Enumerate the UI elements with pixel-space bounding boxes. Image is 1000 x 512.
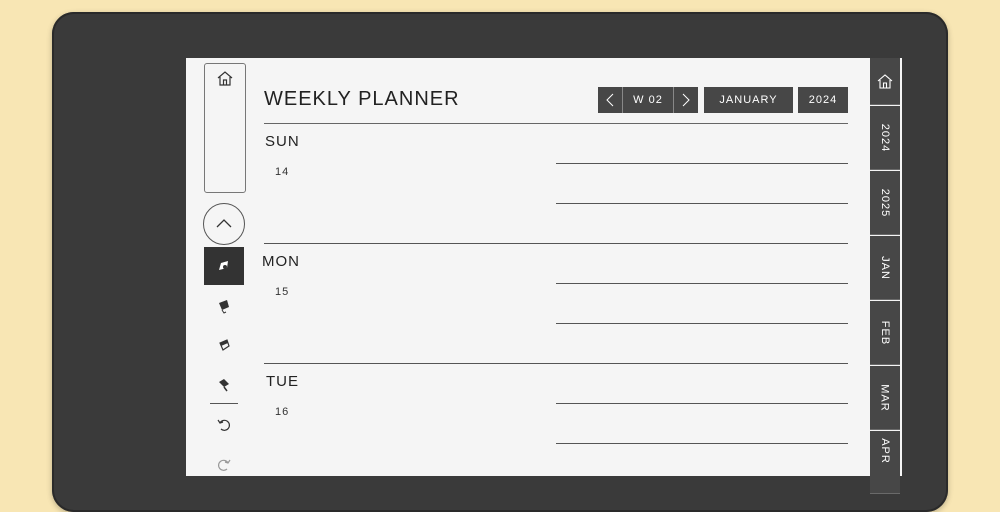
day-label-mon: MON	[262, 253, 300, 270]
eraser-tool-button[interactable]	[204, 326, 244, 364]
tab-label: 2024	[878, 123, 891, 152]
next-week-button[interactable]	[674, 87, 698, 113]
tab-2024[interactable]: 2024	[870, 106, 900, 170]
year-nav: 2024	[798, 87, 848, 113]
toolbar-home-button[interactable]	[204, 63, 246, 193]
week-button[interactable]: W 02	[622, 87, 674, 113]
tab-apr[interactable]: APR	[870, 431, 900, 494]
pen-icon	[219, 261, 228, 270]
month-button[interactable]: JANUARY	[704, 87, 793, 113]
note-line[interactable]	[556, 283, 848, 284]
lasso-icon	[219, 379, 229, 392]
undo-button[interactable]	[204, 406, 244, 444]
day-date-sun: 14	[275, 166, 290, 178]
note-line[interactable]	[556, 163, 848, 164]
day-date-tue: 16	[275, 406, 290, 418]
planner-screen: WEEKLY PLANNER W 02 JANUARY 2024 SUN 14 …	[186, 58, 902, 476]
left-toolbar	[186, 58, 250, 476]
scroll-up-button[interactable]	[203, 203, 245, 245]
tab-label: APR	[879, 438, 891, 464]
tab-mar[interactable]: MAR	[870, 366, 900, 430]
chevron-up-icon	[216, 219, 232, 228]
page-title: WEEKLY PLANNER	[264, 88, 460, 110]
day-date-mon: 15	[275, 286, 290, 298]
note-line[interactable]	[556, 443, 848, 444]
undo-icon	[217, 419, 230, 431]
pen-tool-button[interactable]	[204, 247, 244, 285]
day-label-tue: TUE	[266, 373, 299, 390]
highlighter-tool-button[interactable]	[204, 287, 244, 325]
day-label-sun: SUN	[265, 133, 300, 150]
note-line[interactable]	[556, 203, 848, 204]
month-nav: JANUARY	[704, 87, 793, 113]
tab-label: FEB	[879, 320, 891, 345]
note-line[interactable]	[556, 323, 848, 324]
chevron-right-icon	[682, 93, 690, 107]
tab-jan[interactable]: JAN	[870, 236, 900, 300]
redo-button[interactable]	[204, 446, 244, 476]
home-icon	[877, 73, 893, 89]
prev-week-button[interactable]	[598, 87, 622, 113]
toolbar-divider	[210, 403, 238, 404]
side-tabs: 2024 2025 JAN FEB MAR APR	[870, 58, 900, 494]
day-divider	[264, 243, 848, 244]
title-divider	[264, 123, 848, 124]
eraser-icon	[219, 339, 230, 351]
tab-feb[interactable]: FEB	[870, 301, 900, 365]
tab-label: JAN	[879, 255, 891, 280]
tab-label: MAR	[878, 383, 891, 412]
tab-label: 2025	[878, 188, 891, 217]
redo-icon	[218, 459, 231, 471]
year-button[interactable]: 2024	[798, 87, 848, 113]
side-home-tab[interactable]	[870, 58, 900, 105]
highlighter-icon	[219, 300, 229, 314]
tab-2025[interactable]: 2025	[870, 171, 900, 235]
lasso-tool-button[interactable]	[204, 365, 244, 403]
home-icon	[217, 71, 233, 86]
day-divider	[264, 363, 848, 364]
week-navigator: W 02	[598, 87, 698, 113]
note-line[interactable]	[556, 403, 848, 404]
chevron-left-icon	[606, 93, 614, 107]
